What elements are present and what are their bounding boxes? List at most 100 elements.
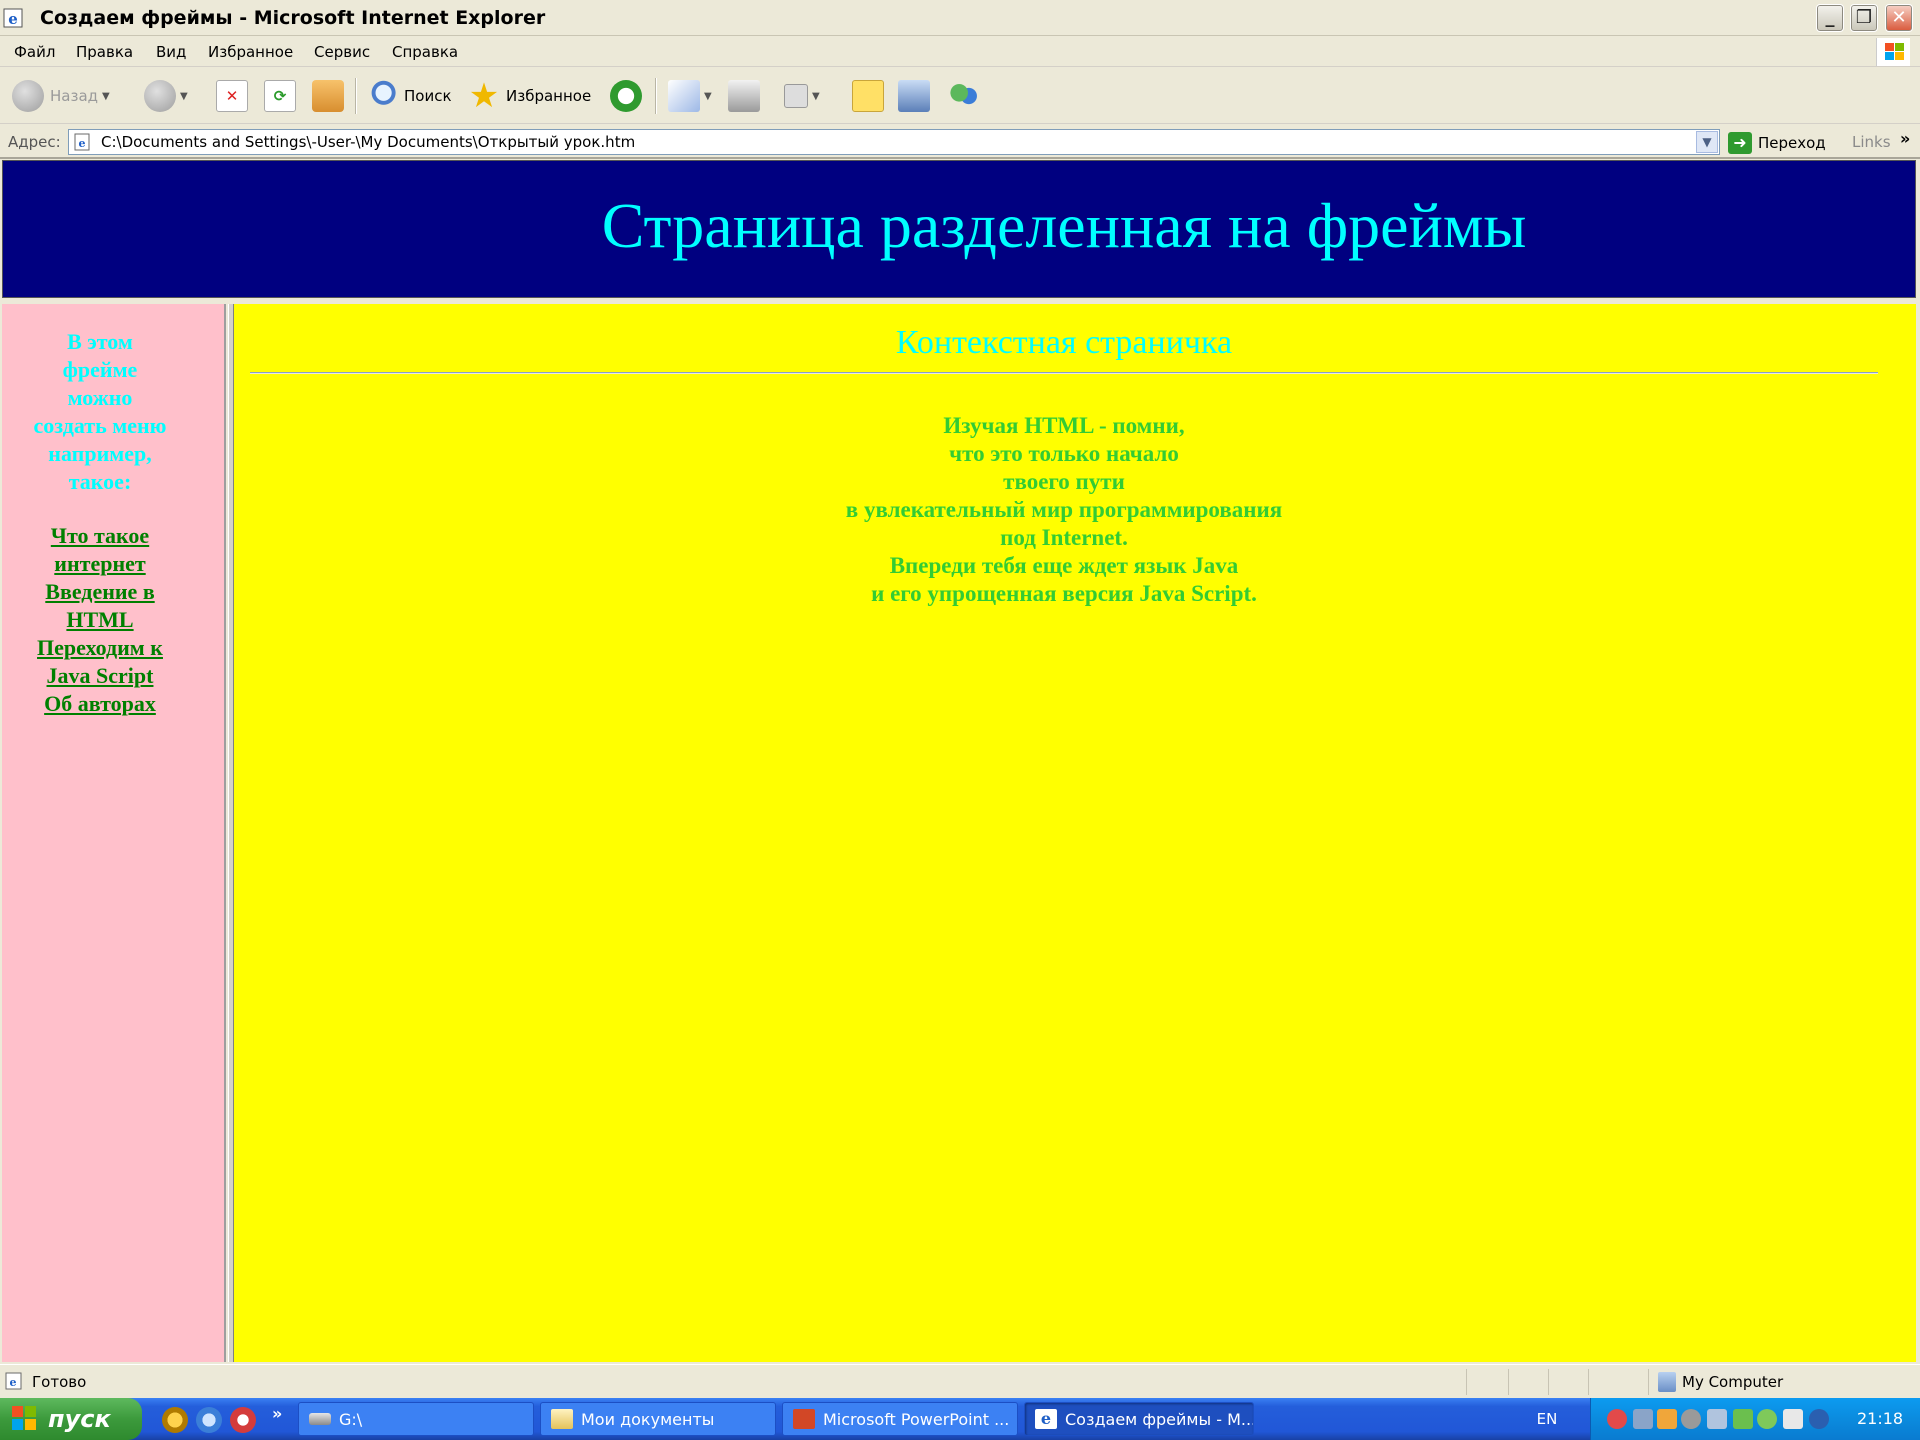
task-label: Microsoft PowerPoint ... [823,1409,1010,1429]
link-java-script[interactable]: Переходим к [2,634,198,662]
home-button[interactable] [312,78,344,114]
go-button[interactable]: ➜ Переход [1728,130,1826,156]
status-bar: e Готово My Computer [0,1364,1920,1398]
search-icon [366,80,398,112]
page-icon: e [74,133,90,151]
status-divider [1548,1369,1549,1395]
tray-display-icon[interactable] [1707,1409,1727,1429]
history-button[interactable] [610,78,642,114]
link-what-is-internet[interactable]: Что такое [2,522,198,550]
address-bar: Адрес: e C:\Documents and Settings\-User… [0,125,1920,159]
drive-icon [309,1413,331,1425]
mail-button[interactable]: ▼ [668,78,712,114]
menu-view[interactable]: Вид [156,43,186,61]
content-verse: Изучая HTML - помни, что это только нача… [234,412,1894,608]
svg-text:e: e [10,1376,17,1389]
address-dropdown-icon[interactable]: ▼ [1696,131,1718,153]
tray-info-icon[interactable] [1809,1409,1829,1429]
intro-line: можно [67,385,133,410]
top-frame: Страница разделенная на фреймы [2,160,1916,298]
task-my-documents[interactable]: Мои документы [540,1402,776,1436]
powerpoint-icon [793,1409,815,1429]
windows-flag-icon [12,1406,38,1432]
tray-volume-icon[interactable] [1657,1409,1677,1429]
svg-text:e: e [79,137,86,150]
verse-line: в увлекательный мир программирования [845,497,1283,522]
left-menu-frame: В этом фрейме можно создать меню наприме… [2,304,226,1362]
forward-icon [144,80,176,112]
search-button[interactable]: Поиск [366,78,452,114]
verse-line: твоего пути [1003,469,1125,494]
ie-icon: e [1035,1409,1057,1429]
task-powerpoint[interactable]: Microsoft PowerPoint ... [782,1402,1018,1436]
tray-network-disconnected-icon[interactable] [1633,1409,1653,1429]
status-text: Готово [32,1373,87,1391]
security-zone: My Computer [1658,1369,1783,1395]
print-icon [728,80,760,112]
task-label: G:\ [339,1409,363,1429]
history-icon [610,80,642,112]
link-about-authors[interactable]: Об авторах [2,690,198,718]
tray-nvidia-icon[interactable] [1733,1409,1753,1429]
address-input[interactable]: e C:\Documents and Settings\-User-\My Do… [68,129,1720,155]
start-button[interactable]: пуск [0,1398,142,1440]
minimize-button[interactable]: _ [1816,4,1844,32]
language-indicator[interactable]: EN [1522,1406,1572,1432]
horizontal-rule [250,372,1878,374]
start-label: пуск [48,1405,111,1433]
link-intro-html[interactable]: HTML [2,606,198,634]
tray-app-icon[interactable] [1681,1409,1701,1429]
print-button[interactable] [728,78,760,114]
menu-intro-text: В этом фрейме можно создать меню наприме… [2,328,198,496]
mail-icon [668,80,700,112]
intro-line: фрейме [62,357,138,382]
edit-dropdown-icon: ▼ [812,90,820,102]
stop-button[interactable]: ✕ [216,78,248,114]
ie-icon: e [3,8,23,28]
menu-file[interactable]: Файл [14,43,55,61]
edit-button[interactable]: ▼ [784,78,820,114]
status-divider [1648,1369,1649,1395]
quicklaunch-app-icon[interactable] [162,1407,188,1433]
favorites-button[interactable]: ★ Избранное [468,78,591,114]
task-internet-explorer[interactable]: e Создаем фреймы - M... [1024,1402,1254,1436]
zone-label: My Computer [1682,1373,1784,1391]
quicklaunch-more-icon[interactable]: » [272,1404,282,1423]
minimize-icon: _ [1825,7,1835,28]
menu-help[interactable]: Справка [392,43,458,61]
address-url: C:\Documents and Settings\-User-\My Docu… [101,133,636,151]
back-button[interactable]: Назад ▼ [12,78,110,114]
links-toolbar[interactable]: Links [1852,133,1891,151]
quicklaunch-media-icon[interactable] [230,1407,256,1433]
menu-favorites[interactable]: Избранное [208,43,293,61]
intro-line: В этом [67,329,133,354]
menu-edit[interactable]: Правка [76,43,133,61]
task-drive-g[interactable]: G:\ [298,1402,534,1436]
link-intro-html[interactable]: Введение в [2,578,198,606]
menu-tools[interactable]: Сервис [314,43,370,61]
links-chevron-icon[interactable]: » [1900,129,1910,148]
notes-button[interactable] [852,78,884,114]
tray-security-icon[interactable] [1607,1409,1627,1429]
research-button[interactable] [898,78,930,114]
system-tray: 21:18 [1590,1398,1920,1440]
forward-button[interactable]: ▼ [144,78,188,114]
quicklaunch-network-icon[interactable] [196,1407,222,1433]
refresh-button[interactable]: ⟳ [264,78,296,114]
verse-line: Изучая HTML - помни, [943,413,1185,438]
maximize-button[interactable]: ❐ [1850,4,1878,32]
toolbar-separator [655,78,657,114]
link-what-is-internet[interactable]: интернет [2,550,198,578]
tray-printer-icon[interactable] [1783,1409,1803,1429]
favorites-label: Избранное [506,87,592,105]
close-button[interactable]: ✕ [1885,4,1913,32]
forward-dropdown-icon: ▼ [180,90,188,102]
svg-text:e: e [8,10,18,28]
task-label: Создаем фреймы - M... [1065,1409,1254,1429]
tray-update-icon[interactable] [1757,1409,1777,1429]
back-dropdown-icon: ▼ [102,90,110,102]
link-java-script[interactable]: Java Script [2,662,198,690]
messenger-button[interactable] [948,78,980,114]
verse-line: что это только начало [949,441,1179,466]
go-label: Переход [1758,134,1826,152]
